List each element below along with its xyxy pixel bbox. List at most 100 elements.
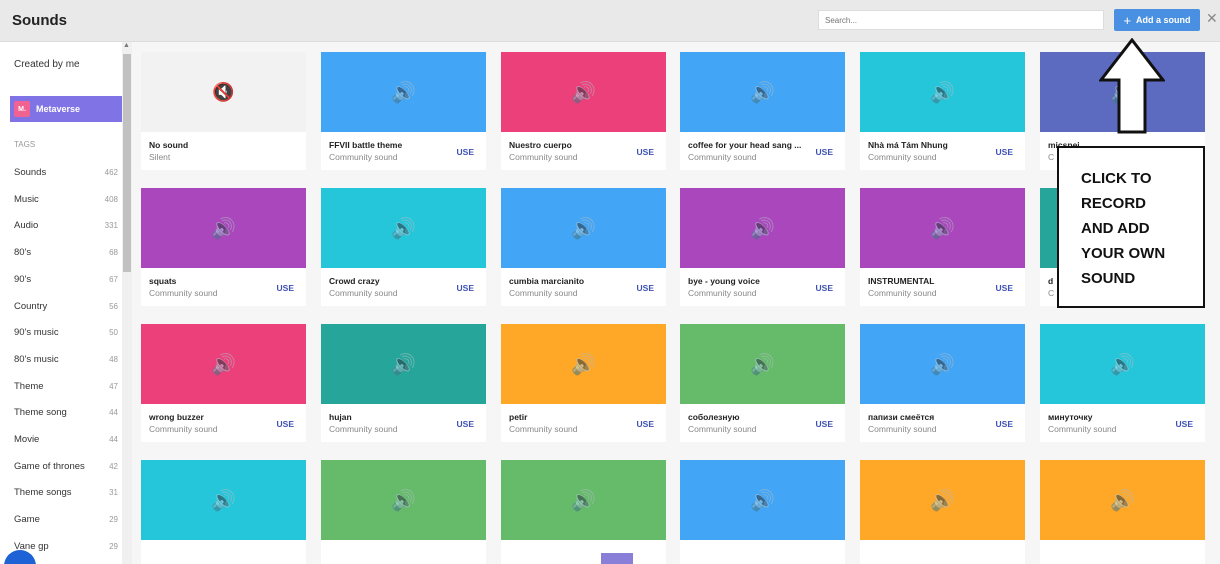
sound-thumbnail[interactable]: 🔊 [501,52,666,132]
sound-thumbnail[interactable]: 🔊 [141,460,306,540]
sidebar-tag-item[interactable]: Sounds 462 [14,167,118,181]
sound-thumbnail[interactable]: 🔊 [321,52,486,132]
use-button[interactable]: USE [457,283,474,293]
scroll-thumb[interactable] [123,54,131,272]
sound-card[interactable]: 🔊 [1040,460,1205,564]
sound-card[interactable]: 🔊 coffee for your head sang ... Community … [680,52,845,170]
sound-thumbnail[interactable]: 🔊 [141,188,306,268]
sidebar-tag-item[interactable]: Theme songs 31 [14,487,118,501]
use-button[interactable]: USE [816,283,833,293]
tag-label: 90's [14,273,32,285]
sound-card[interactable]: 🔊 squats Community sound USE [141,188,306,306]
use-button[interactable]: USE [277,419,294,429]
pagination-indicator[interactable] [601,553,633,564]
close-icon[interactable]: ✕ [1206,10,1218,27]
sound-thumbnail[interactable]: 🔇 [141,52,306,132]
sound-thumbnail[interactable]: 🔊 [501,324,666,404]
speaker-icon: 🔊 [930,353,955,376]
sound-thumbnail[interactable]: 🔊 [680,460,845,540]
sound-thumbnail[interactable]: 🔊 [680,324,845,404]
sound-card[interactable]: 🔊 FFVII battle theme Community sound USE [321,52,486,170]
sound-card[interactable]: 🔊 cumbia marcianito Community sound USE [501,188,666,306]
speaker-icon: 🔊 [391,81,416,104]
add-sound-label: Add a sound [1136,15,1191,25]
tag-count: 48 [109,354,118,364]
sound-thumbnail[interactable]: 🔊 [680,52,845,132]
sidebar-tag-item[interactable]: Audio 331 [14,220,118,234]
sound-card[interactable]: 🔊 папизи смеётся Community sound USE [860,324,1025,442]
sound-card[interactable]: 🔊 [321,460,486,564]
use-button[interactable]: USE [996,147,1013,157]
scroll-up-icon[interactable]: ▲ [123,42,130,49]
add-sound-button[interactable]: + Add a sound [1114,9,1200,31]
sound-card[interactable]: 🔊 [680,460,845,564]
use-button[interactable]: USE [637,419,654,429]
use-button[interactable]: USE [277,283,294,293]
sound-thumbnail[interactable]: 🔊 [321,188,486,268]
sound-subtitle: C [1048,152,1055,162]
sidebar-item-created-by-me[interactable]: Created by me [14,59,80,70]
sound-thumbnail[interactable]: 🔊 [860,460,1025,540]
sound-thumbnail[interactable]: 🔊 [1040,460,1205,540]
sidebar-tag-item[interactable]: Country 56 [14,301,118,315]
sidebar-tag-item[interactable]: 80's music 48 [14,354,118,368]
sidebar-tag-item[interactable]: 80's 68 [14,247,118,261]
use-button[interactable]: USE [457,147,474,157]
tag-label: Movie [14,434,40,445]
tag-label: Country [14,300,48,312]
sound-thumbnail[interactable]: 🔊 [860,324,1025,404]
use-button[interactable]: USE [996,419,1013,429]
sound-thumbnail[interactable]: 🔊 [321,460,486,540]
use-button[interactable]: USE [816,419,833,429]
sound-thumbnail[interactable]: 🔊 [141,324,306,404]
sound-card[interactable]: 🔊 bye - young voice Community sound USE [680,188,845,306]
sound-card[interactable]: 🔊 минуточку Community sound USE [1040,324,1205,442]
tag-count: 331 [104,221,118,231]
metaverse-label: Metaverse [36,104,81,114]
sound-card[interactable]: 🔊 [501,460,666,564]
sound-name: папизи смеётся [868,412,935,422]
sidebar-tag-item[interactable]: Game of thrones 42 [14,461,118,475]
sound-card[interactable]: 🔊 wrong buzzer Community sound USE [141,324,306,442]
sound-card[interactable]: 🔇 No sound Silent [141,52,306,170]
tag-count: 68 [109,248,118,258]
sound-thumbnail[interactable]: 🔊 [501,460,666,540]
use-button[interactable]: USE [457,419,474,429]
sidebar-tag-item[interactable]: 90's music 50 [14,327,118,341]
search-input[interactable] [818,10,1104,30]
sound-card[interactable]: 🔊 petir Community sound USE [501,324,666,442]
sound-thumbnail[interactable]: 🔊 [860,52,1025,132]
use-button[interactable]: USE [637,283,654,293]
sound-card[interactable]: 🔊 Nuestro cuerpo Community sound USE [501,52,666,170]
speaker-icon: 🔊 [1110,353,1135,376]
sidebar-tag-item[interactable]: Music 408 [14,194,118,208]
sidebar-tag-item[interactable]: Movie 44 [14,434,118,448]
sound-thumbnail[interactable]: 🔊 [1040,324,1205,404]
use-button[interactable]: USE [996,283,1013,293]
use-button[interactable]: USE [1176,419,1193,429]
sound-card[interactable]: 🔊 INSTRUMENTAL Community sound USE [860,188,1025,306]
sidebar-tag-item[interactable]: Theme 47 [14,381,118,395]
sound-card[interactable]: 🔊 Crowd crazy Community sound USE [321,188,486,306]
sidebar-tag-item[interactable]: Game 29 [14,514,118,528]
sound-thumbnail[interactable]: 🔊 [680,188,845,268]
sound-card[interactable]: 🔊 hujan Community sound USE [321,324,486,442]
tag-label: Theme song [14,407,67,419]
sidebar-scrollbar[interactable]: ▲ [122,42,132,564]
sound-thumbnail[interactable]: 🔊 [860,188,1025,268]
use-button[interactable]: USE [816,147,833,157]
sound-thumbnail[interactable]: 🔊 [501,188,666,268]
sound-card[interactable]: 🔊 [860,460,1025,564]
sound-thumbnail[interactable]: 🔊 [321,324,486,404]
sound-card[interactable]: 🔊 Nhà má Tám Nhung Community sound USE [860,52,1025,170]
sidebar-tag-item[interactable]: Theme song 44 [14,407,118,421]
plus-icon: + [1123,12,1132,28]
use-button[interactable]: USE [637,147,654,157]
sidebar-tag-item[interactable]: 90's 67 [14,274,118,288]
sidebar-item-metaverse[interactable]: M. Metaverse [10,96,122,122]
tag-count: 462 [104,168,118,177]
sound-card[interactable]: 🔊 соболезную Community sound USE [680,324,845,442]
sound-card[interactable]: 🔊 [141,460,306,564]
sound-subtitle: Community sound [868,288,937,298]
sound-subtitle: Community sound [688,424,757,434]
